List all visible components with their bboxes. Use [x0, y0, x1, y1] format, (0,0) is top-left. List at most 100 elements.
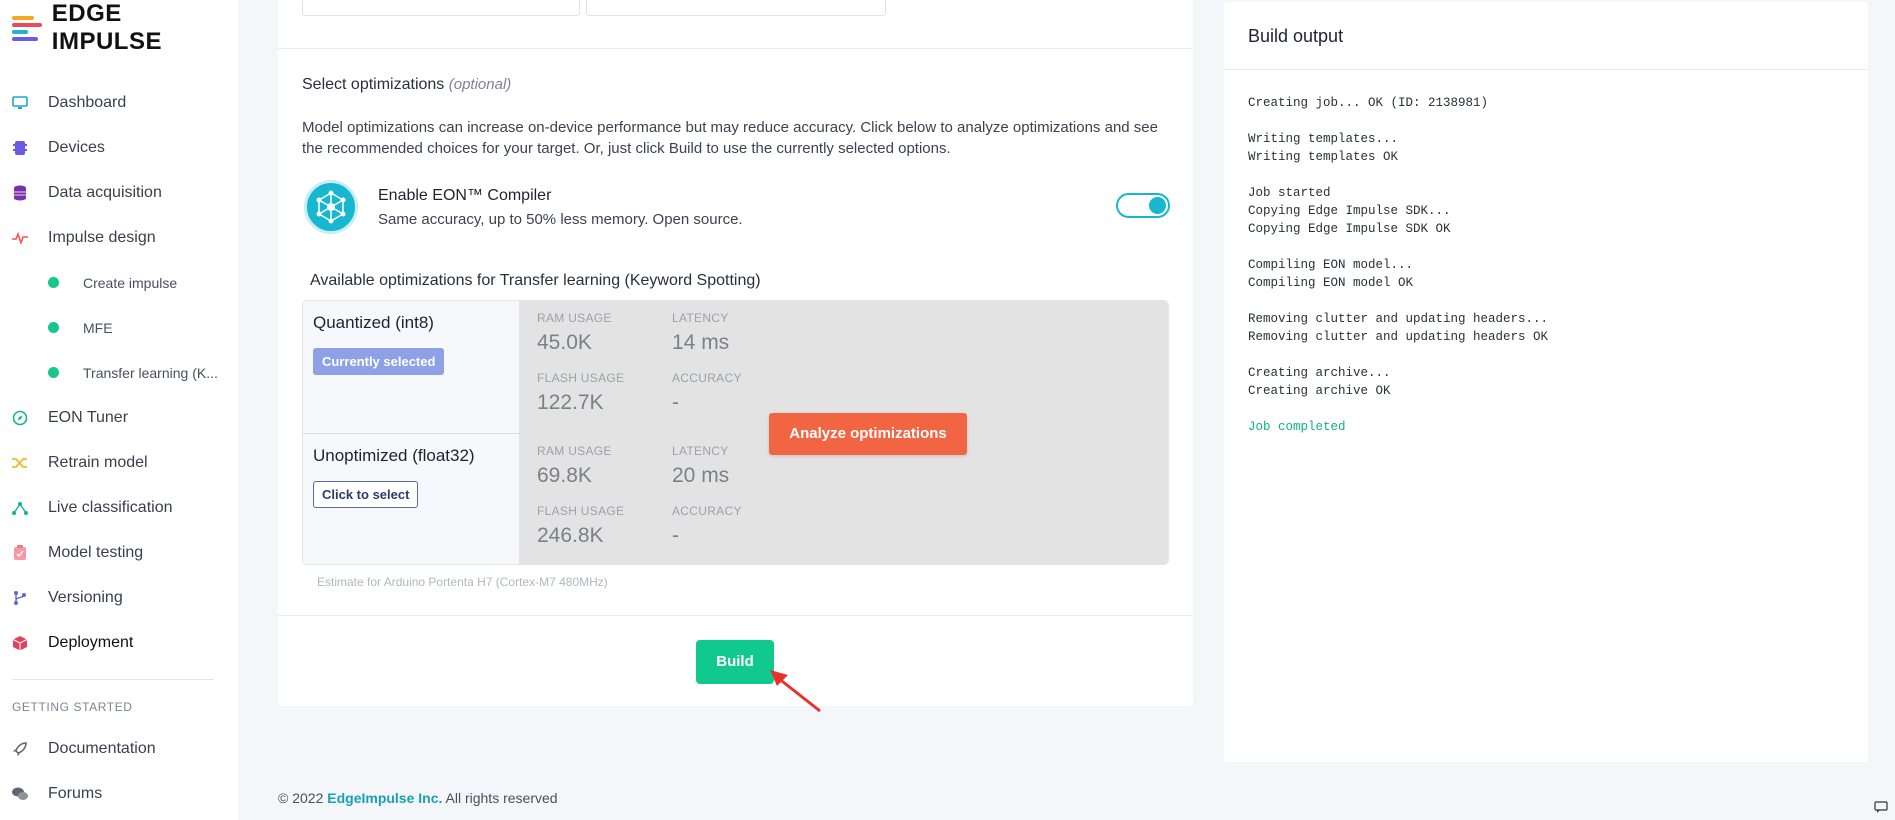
sidebar: EDGE IMPULSE Dashboard Devices Data acqu… — [0, 0, 238, 820]
latency-metric: LATENCY 14 ms — [672, 311, 729, 355]
logo[interactable]: EDGE IMPULSE — [12, 0, 238, 56]
sidebar-item-mfe[interactable]: MFE — [0, 305, 238, 350]
metric-value: 20 ms — [672, 464, 730, 487]
metric-value: 45.0K — [537, 331, 592, 354]
sidebar-item-documentation[interactable]: Documentation — [0, 726, 238, 771]
build-button[interactable]: Build — [696, 640, 774, 684]
divider — [278, 615, 1193, 616]
database-icon — [12, 185, 28, 201]
sidebar-item-label: Retrain model — [48, 453, 148, 471]
sidebar-nav: Dashboard Devices Data acquisition Impul… — [0, 80, 238, 816]
sidebar-item-label: EON Tuner — [48, 408, 129, 426]
sidebar-item-impulse-design[interactable]: Impulse design — [0, 215, 238, 260]
status-dot-icon — [48, 367, 59, 378]
sidebar-item-model-testing[interactable]: Model testing — [0, 530, 238, 575]
sidebar-item-label: Versioning — [48, 588, 123, 606]
row-label-cell: Quantized (int8) Currently selected — [303, 301, 519, 433]
accuracy-metric: ACCURACY - — [672, 371, 742, 415]
copyright: © 2022 — [278, 790, 324, 806]
rights-text: All rights reserved — [445, 790, 558, 806]
sidebar-item-label: Live classification — [48, 498, 173, 516]
optimizations-heading: Select optimizations (optional) — [302, 76, 511, 94]
metric-label: ACCURACY — [672, 371, 742, 385]
eon-compiler-toggle[interactable] — [1116, 193, 1170, 218]
metric-label: ACCURACY — [672, 504, 742, 518]
flash-usage-metric: FLASH USAGE 122.7K — [537, 371, 624, 415]
optimizations-title: Select optimizations — [302, 76, 445, 93]
sidebar-item-label: Create impulse — [83, 274, 178, 291]
search-field-bottom[interactable] — [302, 0, 580, 16]
sidebar-item-label: Model testing — [48, 543, 144, 561]
optimizations-description: Model optimizations can increase on-devi… — [302, 119, 1158, 157]
sidebar-item-label: Deployment — [48, 633, 134, 651]
optimization-name: Quantized (int8) — [313, 313, 434, 332]
eon-compiler-title: Enable EON™ Compiler — [378, 187, 552, 204]
estimate-target-note: Estimate for Arduino Portenta H7 (Cortex… — [317, 575, 608, 589]
sidebar-item-create-impulse[interactable]: Create impulse — [0, 260, 238, 305]
sidebar-item-deployment[interactable]: Deployment — [0, 620, 238, 665]
click-to-select-button[interactable]: Click to select — [313, 481, 419, 508]
ram-usage-metric: RAM USAGE 45.0K — [537, 311, 612, 355]
sidebar-item-label: Devices — [48, 138, 105, 156]
optimization-row-unoptimized[interactable]: Unoptimized (float32) Click to select RA… — [303, 434, 1168, 564]
optimization-name: Unoptimized (float32) — [313, 446, 475, 465]
metric-label: FLASH USAGE — [537, 504, 625, 518]
sidebar-item-live-classification[interactable]: Live classification — [0, 485, 238, 530]
sidebar-item-retrain-model[interactable]: Retrain model — [0, 440, 238, 485]
metric-value: - — [672, 524, 679, 547]
build-log-lines: Creating job... OK (ID: 2138981) Writing… — [1248, 96, 1549, 398]
sidebar-item-eon-tuner[interactable]: EON Tuner — [0, 395, 238, 440]
metric-value: 69.8K — [537, 464, 592, 487]
optimization-row-quantized[interactable]: Quantized (int8) Currently selected RAM … — [303, 301, 1168, 433]
sidebar-section-heading: GETTING STARTED — [12, 700, 133, 714]
pulse-icon — [12, 230, 28, 246]
chip-icon — [12, 140, 28, 156]
sidebar-item-label: Data acquisition — [48, 183, 162, 201]
metric-label: RAM USAGE — [537, 311, 612, 325]
metric-label: LATENCY — [672, 311, 729, 325]
toggle-knob — [1149, 197, 1166, 214]
metric-label: RAM USAGE — [537, 444, 612, 458]
sidebar-item-forums[interactable]: Forums — [0, 771, 238, 816]
sidebar-item-label: Impulse design — [48, 228, 156, 246]
divider — [278, 48, 1193, 49]
sidebar-item-label: Documentation — [48, 739, 156, 757]
metric-value: 14 ms — [672, 331, 730, 354]
build-output-title: Build output — [1248, 26, 1344, 46]
sidebar-item-versioning[interactable]: Versioning — [0, 575, 238, 620]
shuffle-icon — [12, 455, 28, 471]
status-dot-icon — [48, 277, 59, 288]
job-completed-line: Job completed — [1248, 420, 1346, 434]
monitor-icon — [12, 95, 28, 111]
sidebar-item-devices[interactable]: Devices — [0, 125, 238, 170]
metric-value: 122.7K — [537, 391, 604, 414]
sidebar-item-dashboard[interactable]: Dashboard — [0, 80, 238, 125]
latency-metric: LATENCY 20 ms — [672, 444, 729, 488]
box-icon — [12, 635, 28, 651]
company-link[interactable]: EdgeImpulse Inc. — [327, 790, 442, 806]
build-output-panel: Build output Creating job... OK (ID: 213… — [1224, 2, 1868, 762]
clipboard-icon — [12, 544, 28, 561]
sidebar-item-label: MFE — [83, 319, 113, 336]
chat-bubbles-icon — [12, 786, 28, 802]
optimizations-table: Quantized (int8) Currently selected RAM … — [302, 300, 1169, 565]
branch-icon — [12, 590, 28, 606]
metric-value: 246.8K — [537, 524, 604, 547]
analyze-optimizations-button[interactable]: Analyze optimizations — [769, 413, 967, 455]
chat-widget-icon[interactable] — [1874, 801, 1888, 814]
red-arrow-annotation-icon — [770, 670, 821, 713]
available-optimizations-title: Available optimizations for Transfer lea… — [310, 272, 761, 289]
sidebar-item-transfer-learning[interactable]: Transfer learning (K... — [0, 350, 238, 395]
sidebar-item-label: Forums — [48, 784, 103, 802]
row-label-cell: Unoptimized (float32) Click to select — [303, 434, 519, 564]
footer: © 2022 EdgeImpulse Inc. All rights reser… — [278, 790, 558, 806]
rocket-icon — [12, 741, 28, 757]
eon-compiler-subtitle: Same accuracy, up to 50% less memory. Op… — [378, 211, 743, 228]
optional-label: (optional) — [448, 76, 512, 93]
selector-field-bottom[interactable] — [586, 0, 886, 16]
sidebar-item-data-acquisition[interactable]: Data acquisition — [0, 170, 238, 215]
compass-icon — [12, 410, 28, 426]
build-log: Creating job... OK (ID: 2138981) Writing… — [1248, 94, 1548, 436]
graph-icon — [12, 500, 28, 516]
currently-selected-badge: Currently selected — [313, 348, 445, 375]
